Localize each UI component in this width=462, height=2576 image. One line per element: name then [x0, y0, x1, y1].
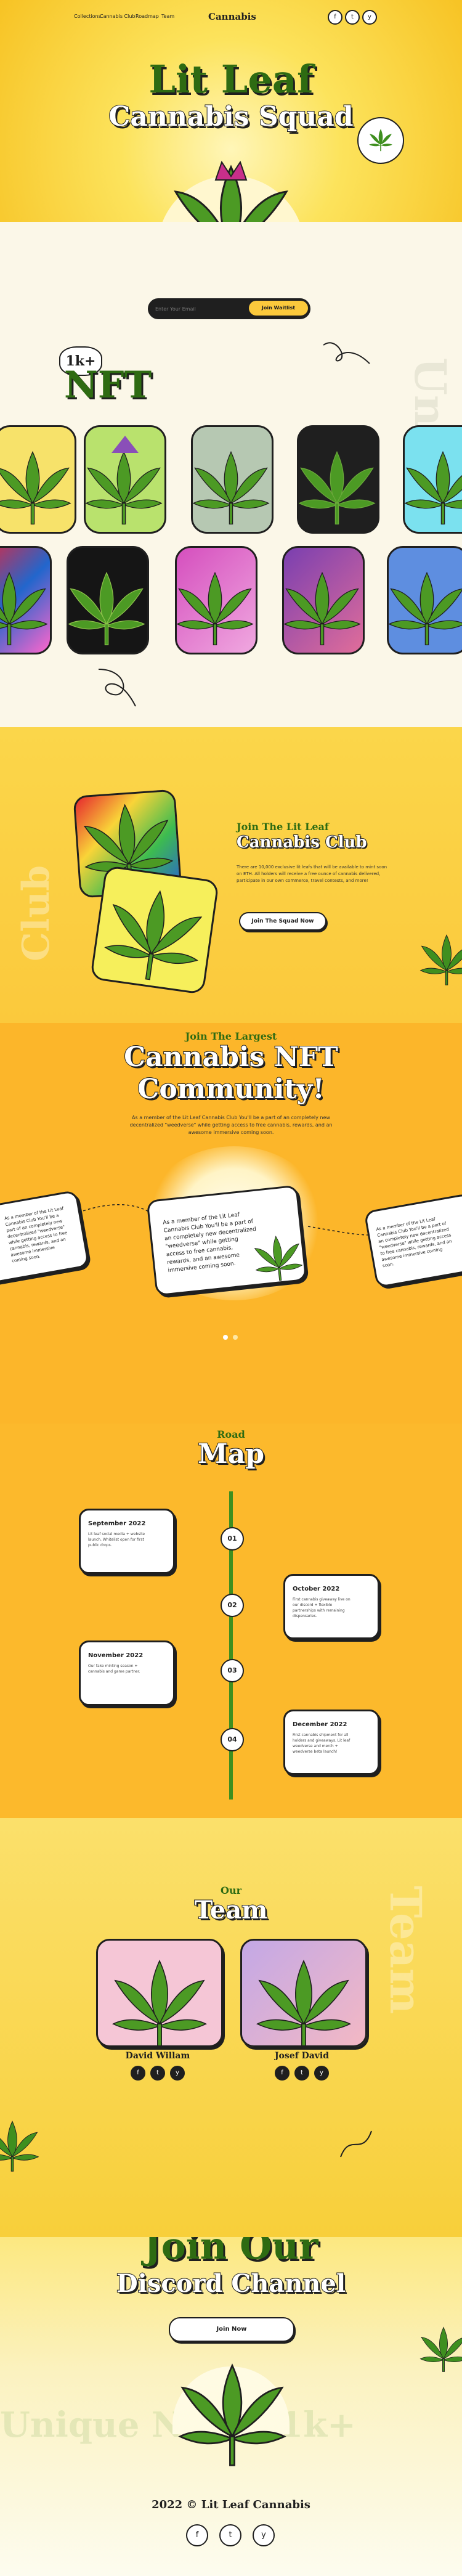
curly-arrow-icon — [98, 669, 136, 707]
roadmap-step-text: First cannabis shipment for all holders … — [293, 1733, 351, 1754]
community-card-text: As a member of the Lit Leaf Cannabis Clu… — [4, 1205, 68, 1264]
team-member-card — [240, 1939, 367, 2047]
carousel-dot[interactable] — [233, 1335, 238, 1340]
roadmap-step-title: October 2022 — [293, 1586, 340, 1592]
badge-stamp — [357, 117, 404, 164]
community-body: As a member of the Lit Leaf Cannabis Clu… — [129, 1115, 333, 1135]
nav-link-cannabis-club[interactable]: Cannabis Club — [100, 14, 136, 19]
community-card-text: As a member of the Lit Leaf Cannabis Clu… — [162, 1212, 257, 1274]
community-kicker: Join The Largest — [185, 1030, 277, 1042]
hero-title: Lit Leaf — [148, 57, 314, 102]
discord-leaf-character — [179, 2365, 285, 2466]
club-ghost-text: Club — [15, 865, 58, 961]
waitlist-form: Join Waitlist — [148, 298, 310, 319]
roadmap-node-1: 01 — [221, 1527, 244, 1551]
roadmap-step-title: September 2022 — [88, 1520, 146, 1527]
facebook-icon[interactable]: f — [186, 2524, 208, 2546]
facebook-icon[interactable]: f — [131, 2066, 145, 2081]
twitter-icon[interactable]: t — [150, 2066, 165, 2081]
roadmap-card-1: September 2022 Lit leaf social media + w… — [79, 1509, 175, 1574]
roadmap-step-title: December 2022 — [293, 1721, 347, 1728]
community-card-center: As a member of the Lit Leaf Cannabis Clu… — [146, 1184, 307, 1297]
club-kicker: Join The Lit Leaf — [237, 821, 329, 833]
community-title-line1: Cannabis NFT — [123, 1041, 339, 1074]
nav-link-collections[interactable]: Collections — [74, 14, 101, 19]
roadmap-card-2: October 2022 First cannabis giveaway liv… — [283, 1574, 379, 1639]
discord-title-line1: Join Our — [144, 2237, 318, 2268]
community-card-text: As a member of the Lit Leaf Cannabis Clu… — [376, 1217, 453, 1269]
roadmap-step-text: First cannabis giveaway live on our disc… — [293, 1597, 351, 1618]
team-kicker: Our — [221, 1885, 241, 1896]
join-waitlist-button[interactable]: Join Waitlist — [249, 301, 308, 316]
nft-card[interactable] — [0, 425, 76, 534]
logo[interactable]: Cannabis — [208, 11, 256, 22]
youtube-icon[interactable]: y — [170, 2066, 185, 2081]
footer-copyright: 2022 © Lit Leaf Cannabis — [152, 2498, 310, 2511]
twitter-icon[interactable]: t — [294, 2066, 309, 2081]
community-section: Join The Largest Cannabis NFT Community!… — [0, 1023, 462, 1424]
carousel-dot-active[interactable] — [223, 1335, 228, 1340]
join-squad-button[interactable]: Join The Squad Now — [239, 912, 326, 931]
youtube-icon[interactable]: y — [314, 2066, 329, 2081]
nft-label: NFT — [64, 364, 152, 407]
facebook-icon[interactable]: f — [275, 2066, 290, 2081]
nft-card[interactable] — [387, 546, 462, 654]
roadmap-card-4: December 2022 First cannabis shipment fo… — [283, 1710, 379, 1775]
community-title-line2: Community! — [137, 1073, 325, 1106]
cannabis-club-section: Club Join The Lit Leaf Cannabis Club The… — [0, 727, 462, 1023]
jester-hat-icon — [214, 160, 248, 181]
top-nav: Collections Cannabis Club Roadmap Team C… — [0, 9, 462, 26]
team-member-card — [96, 1939, 223, 2047]
roadmap-step-text: Lit leaf social media + website launch. … — [88, 1532, 145, 1547]
nft-card[interactable] — [67, 546, 149, 654]
team-member-name: Josef David — [274, 2051, 330, 2061]
nav-link-roadmap[interactable]: Roadmap — [136, 14, 159, 19]
roadmap-step-title: November 2022 — [88, 1652, 144, 1659]
nft-collection-section: Unique NFT 1k+ NFT — [0, 320, 462, 727]
corner-leaf-decor — [420, 2326, 462, 2372]
nft-card[interactable] — [84, 425, 166, 534]
discord-section: Join Our Discord Channel Join Now Unique… — [0, 2237, 462, 2576]
facebook-icon[interactable]: f — [328, 10, 342, 25]
roadmap-section: Road Map September 2022 Lit leaf social … — [0, 1424, 462, 1818]
nav-link-team[interactable]: Team — [161, 14, 174, 19]
twitter-icon[interactable]: t — [219, 2524, 241, 2546]
team-section: Team Our Team David Willam f t y Josef D… — [0, 1818, 462, 2237]
corner-leaf-decor — [0, 2121, 39, 2172]
wizard-hat-icon — [111, 436, 139, 453]
email-input[interactable] — [154, 302, 249, 316]
leaf-stamp-icon — [369, 129, 392, 152]
twitter-icon[interactable]: t — [345, 10, 360, 25]
roadmap-node-4: 04 — [221, 1728, 244, 1751]
nft-card[interactable] — [282, 546, 365, 654]
roadmap-node-3: 03 — [221, 1659, 244, 1682]
roadmap-step-text: Our fake minting season + cannabis and g… — [88, 1664, 140, 1674]
club-nft-image-front — [89, 865, 220, 995]
roadmap-node-2: 02 — [221, 1594, 244, 1617]
youtube-icon[interactable]: y — [253, 2524, 275, 2546]
team-title: Team — [194, 1895, 269, 1925]
nft-card[interactable] — [297, 425, 379, 534]
club-title: Cannabis Club — [236, 833, 368, 852]
discord-title-line2: Discord Channel — [116, 2268, 346, 2299]
nft-card[interactable] — [0, 546, 52, 654]
corner-leaf-decor — [420, 934, 462, 985]
roadmap-title: Map — [197, 1438, 265, 1470]
nft-card[interactable] — [175, 546, 257, 654]
club-body: There are 10,000 exclusive lit leafs tha… — [237, 865, 387, 883]
nft-card[interactable] — [403, 425, 462, 534]
squiggle-arrow-icon — [340, 2130, 372, 2158]
team-member-name: David Willam — [125, 2051, 190, 2061]
roadmap-card-3: November 2022 Our fake minting season + … — [79, 1641, 175, 1706]
youtube-icon[interactable]: y — [362, 10, 377, 25]
join-discord-button[interactable]: Join Now — [169, 2317, 294, 2342]
corner-leaf-decor — [0, 715, 31, 727]
nft-card[interactable] — [191, 425, 274, 534]
squiggle-arrow-icon — [323, 342, 370, 364]
